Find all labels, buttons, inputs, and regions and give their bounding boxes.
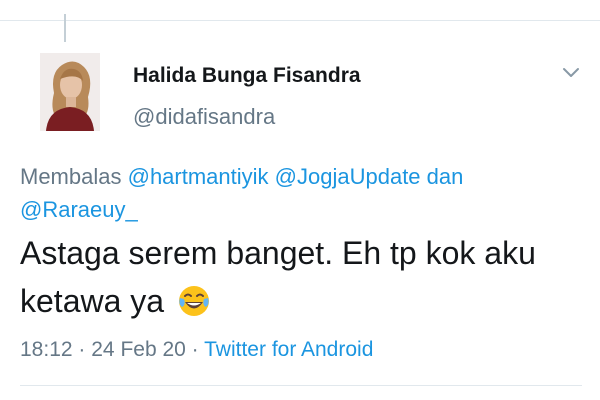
- mention-link-jogjaupdate[interactable]: @JogjaUpdate: [275, 164, 421, 189]
- mention-conjunction: dan: [426, 164, 464, 189]
- mention-link-hartmantiyik[interactable]: @hartmantiyik: [128, 164, 269, 189]
- tweet-time[interactable]: 18:12: [20, 338, 73, 361]
- profile-photo-icon: [40, 53, 100, 131]
- tweet-metadata: 18:12 · 24 Feb 20 · Twitter for Android: [20, 338, 373, 362]
- tweet-menu-button[interactable]: [561, 66, 581, 80]
- replying-to-line: Membalas @hartmantiyik @JogjaUpdate dan …: [20, 160, 580, 226]
- tweet-text: Astaga serem banget. Eh tp kok aku ketaw…: [20, 235, 536, 319]
- tweet-date[interactable]: 24 Feb 20: [91, 338, 186, 361]
- face-with-tears-of-joy-icon: [177, 283, 211, 317]
- meta-separator: ·: [191, 338, 199, 361]
- author-display-name[interactable]: Halida Bunga Fisandra: [133, 64, 361, 88]
- tweet-source-link[interactable]: Twitter for Android: [204, 338, 373, 361]
- mention-link-raraeuy[interactable]: @Raraeuy_: [20, 197, 138, 222]
- avatar[interactable]: [40, 53, 100, 131]
- replying-to-prefix: Membalas: [20, 164, 122, 189]
- chevron-down-icon: [563, 68, 579, 77]
- author-handle[interactable]: @didafisandra: [133, 104, 275, 130]
- thread-connector-line: [64, 14, 66, 42]
- meta-separator: ·: [78, 338, 86, 361]
- tweet-body: Astaga serem banget. Eh tp kok aku ketaw…: [20, 229, 580, 325]
- top-divider: [0, 20, 600, 21]
- bottom-divider: [20, 385, 582, 386]
